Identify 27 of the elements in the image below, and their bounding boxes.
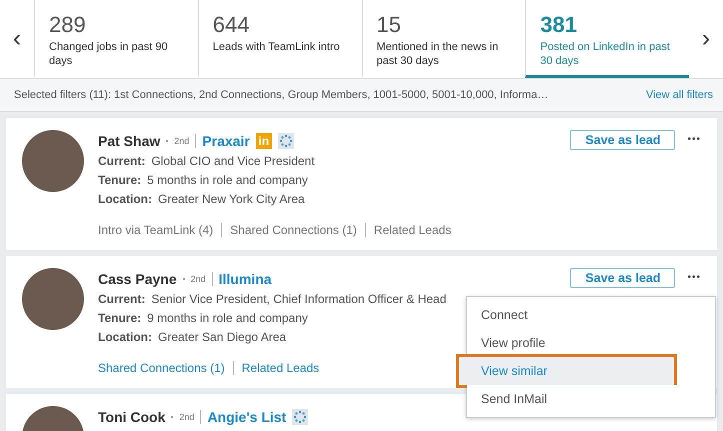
selected-filters-text: Selected filters (11): 1st Connections, 2nd Connections, Group Members, 1001-5000, 5001-10,000, Informa…: [14, 89, 548, 101]
menu-item[interactable]: Connect: [467, 301, 715, 329]
connection-degree: 2nd: [190, 274, 206, 284]
stat-tab[interactable]: 381 Posted on LinkedIn in past 30 days: [525, 0, 689, 78]
save-as-lead-button[interactable]: Save as lead: [570, 130, 676, 150]
lead-link[interactable]: Related Leads: [242, 361, 320, 375]
lead-detail: Current: Global CIO and Vice President: [98, 153, 315, 170]
lead-name[interactable]: Toni Cook: [98, 409, 166, 425]
more-options-button[interactable]: •••: [687, 130, 701, 149]
lead-detail: Tenure: 5 months in role and company: [98, 172, 308, 189]
company-link[interactable]: Illumina: [218, 271, 272, 287]
lead-link[interactable]: Shared Connections (1): [98, 361, 225, 375]
lead-detail: Current: Senior Vice President, Chief Information Officer & Head: [98, 291, 446, 308]
menu-item[interactable]: View profile: [467, 329, 715, 357]
lead-detail: Tenure: 9 months in role and company: [98, 310, 308, 327]
lead-name[interactable]: Cass Payne: [98, 271, 177, 287]
save-as-lead-button[interactable]: Save as lead: [570, 268, 676, 288]
menu-item[interactable]: Send InMail: [467, 385, 715, 413]
connection-degree: 2nd: [179, 412, 194, 422]
lead-detail: Location: Greater New York City Area: [98, 191, 305, 208]
connection-degree: 2nd: [174, 136, 190, 146]
company-link[interactable]: Angie's List: [207, 409, 286, 425]
lead-name[interactable]: Pat Shaw: [98, 133, 160, 149]
linkedin-badge: in: [256, 133, 272, 149]
company-link[interactable]: Praxair: [202, 133, 250, 149]
more-options-button[interactable]: •••: [687, 268, 701, 287]
lead-detail: Location: Greater San Diego Area: [98, 329, 286, 346]
